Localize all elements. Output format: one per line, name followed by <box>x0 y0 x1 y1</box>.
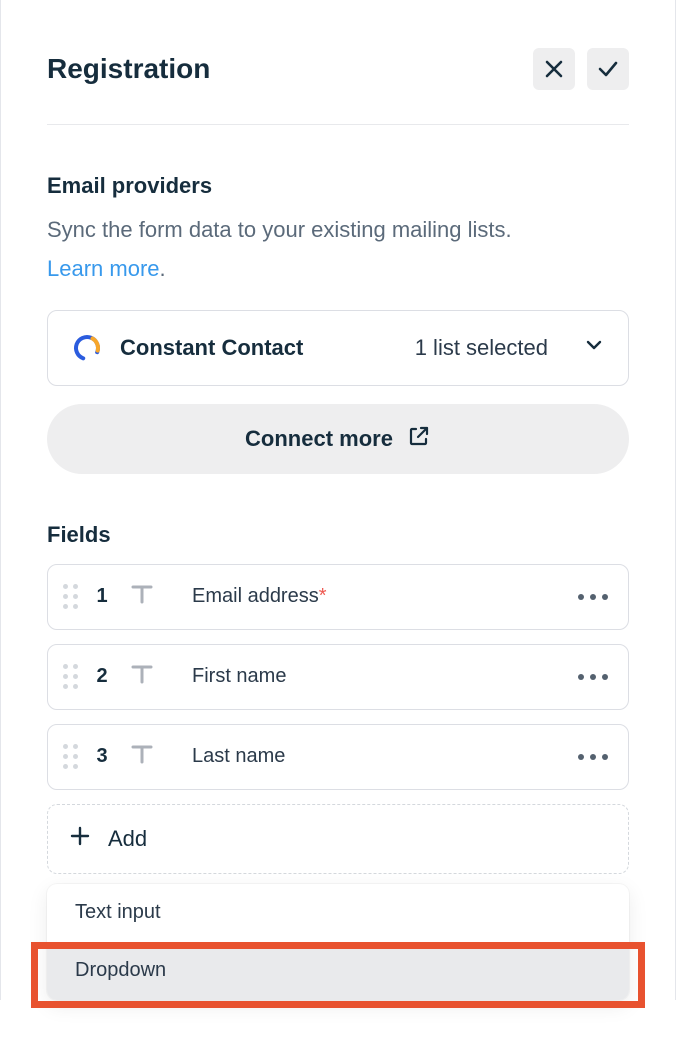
drag-handle[interactable] <box>60 743 80 771</box>
field-number: 3 <box>94 745 110 768</box>
text-type-icon <box>128 740 156 773</box>
external-link-icon <box>407 424 431 453</box>
field-more-button[interactable] <box>578 674 608 680</box>
field-row[interactable]: 1 Email address* <box>47 564 629 630</box>
add-field-menu-wrapper: Text input Dropdown <box>1 884 675 1000</box>
field-label: Last name <box>192 745 285 768</box>
add-field-type-menu: Text input Dropdown <box>47 884 629 1000</box>
drag-handle[interactable] <box>60 583 80 611</box>
field-row[interactable]: 3 Last name <box>47 724 629 790</box>
field-number: 2 <box>94 665 110 688</box>
page-title: Registration <box>47 53 210 85</box>
fields-section: Fields 1 Email address* 2 First name <box>1 474 675 874</box>
field-number: 1 <box>94 585 110 608</box>
plus-icon <box>68 824 92 853</box>
learn-more-link[interactable]: Learn more <box>47 256 160 282</box>
email-providers-section: Email providers Sync the form data to yo… <box>1 125 675 474</box>
email-providers-title: Email providers <box>47 173 629 199</box>
close-icon <box>544 59 564 79</box>
confirm-button[interactable] <box>587 48 629 90</box>
fields-title: Fields <box>47 522 629 548</box>
text-type-icon <box>128 580 156 613</box>
drag-handle[interactable] <box>60 663 80 691</box>
field-more-button[interactable] <box>578 754 608 760</box>
provider-status: 1 list selected <box>415 335 548 361</box>
provider-row-constant-contact[interactable]: Constant Contact 1 list selected <box>47 310 629 386</box>
constant-contact-icon <box>72 333 102 363</box>
connect-more-button[interactable]: Connect more <box>47 404 629 474</box>
required-indicator: * <box>319 585 327 607</box>
header-actions <box>533 48 629 90</box>
provider-name: Constant Contact <box>120 335 303 361</box>
field-row[interactable]: 2 First name <box>47 644 629 710</box>
menu-item-dropdown[interactable]: Dropdown <box>47 942 629 1000</box>
add-field-label: Add <box>108 826 147 852</box>
chevron-down-icon <box>584 335 604 360</box>
email-providers-description: Sync the form data to your existing mail… <box>47 215 629 246</box>
registration-panel: Registration Email providers Sync the fo… <box>0 0 676 1000</box>
menu-item-text-input[interactable]: Text input <box>47 884 629 942</box>
text-type-icon <box>128 660 156 693</box>
close-button[interactable] <box>533 48 575 90</box>
field-label: Email address* <box>192 585 327 608</box>
connect-more-label: Connect more <box>245 426 393 452</box>
add-field-button[interactable]: Add <box>47 804 629 874</box>
panel-header: Registration <box>1 0 675 124</box>
field-label: First name <box>192 665 286 688</box>
field-more-button[interactable] <box>578 594 608 600</box>
check-icon <box>597 58 619 80</box>
